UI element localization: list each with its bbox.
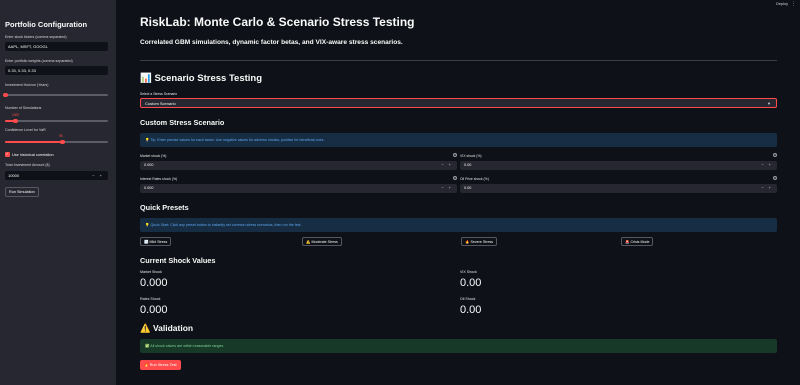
tip-alert: 💡 Tip: Enter precise values for each fac… xyxy=(140,133,777,147)
validation-heading-text: Validation xyxy=(152,323,194,333)
conf-label: Confidence Level for VaR xyxy=(5,128,46,132)
page-subtitle: Correlated GBM simulations, dynamic fact… xyxy=(140,39,403,46)
warning-icon: ⚠️ xyxy=(306,240,311,244)
page-title: RiskLab: Monte Carlo & Scenario Stress T… xyxy=(140,15,415,29)
oil-shock-label: Oil Price shock (%) xyxy=(460,177,489,181)
warning-icon: ⚠️ xyxy=(140,323,151,333)
rates-metric-label: Rates Shock xyxy=(140,297,161,301)
oil-metric-value: 0.00 xyxy=(460,304,482,316)
preset-moderate-label: Moderate Stress xyxy=(311,240,338,244)
preset-mild-label: Mild Stress xyxy=(149,240,168,244)
vix-shock-input[interactable]: 0.00 − + xyxy=(460,161,777,170)
validation-success-text: All shock values are within reasonable r… xyxy=(150,344,225,348)
help-icon[interactable]: ? xyxy=(773,153,777,157)
rates-shock-label: Interest Rates shock (%) xyxy=(140,177,178,181)
rates-shock-input[interactable]: 0.000 − + xyxy=(140,184,457,193)
vix-metric-value: 0.00 xyxy=(460,277,482,289)
presets-heading: Quick Presets xyxy=(140,203,189,212)
run-stress-test-label: Run Stress Test xyxy=(149,363,177,367)
oil-shock-input[interactable]: 0.00 − + xyxy=(460,184,777,193)
vix-metric-label: VIX Shock xyxy=(460,270,477,274)
invest-label: Total Investment Amount ($) xyxy=(5,163,50,167)
vix-shock-stepper[interactable]: − + xyxy=(762,161,774,170)
tickers-label: Enter stock tickers (comma separated) xyxy=(5,35,67,39)
market-shock-value: 0.000 xyxy=(144,163,154,167)
vix-shock-value: 0.00 xyxy=(464,163,472,167)
preset-severe-label: Severe Stress xyxy=(470,240,494,244)
invest-value: 10000 xyxy=(8,173,20,178)
divider xyxy=(140,60,777,61)
market-metric-value: 0.000 xyxy=(140,277,168,289)
run-simulation-button[interactable]: Run Simulation xyxy=(5,187,39,197)
sims-slider-thumb[interactable] xyxy=(13,118,18,123)
vix-shock-label: VIX shock (%) xyxy=(460,154,482,158)
preset-mild-button[interactable]: 📉 Mild Stress xyxy=(140,237,172,246)
market-shock-label: Market shock (%) xyxy=(140,154,167,158)
weights-input[interactable]: 0.33, 0.33, 0.33 xyxy=(5,66,108,75)
custom-scenario-heading: Custom Stress Scenario xyxy=(140,118,225,127)
check-icon: ✅ xyxy=(145,344,150,348)
quickstart-text: Quick Start: Click any preset button to … xyxy=(150,223,302,227)
shock-values-heading: Current Shock Values xyxy=(140,256,216,265)
preset-moderate-button[interactable]: ⚠️ Moderate Stress xyxy=(302,237,342,246)
conf-slider-thumb[interactable] xyxy=(60,139,65,144)
lightbulb-icon: 💡 xyxy=(145,138,150,142)
rates-shock-stepper[interactable]: − + xyxy=(442,184,454,193)
lightbulb-icon: 💡 xyxy=(145,223,150,227)
sims-slider-value: 1000 xyxy=(12,113,20,117)
tickers-input[interactable]: AAPL, MSFT, GOOGL xyxy=(5,42,108,51)
rates-shock-value: 0.000 xyxy=(144,186,154,190)
sims-slider[interactable]: 1000 xyxy=(5,113,108,123)
preset-severe-button[interactable]: 🔥 Severe Stress xyxy=(461,237,498,246)
chevron-down-icon: ▼ xyxy=(767,101,771,106)
fire-icon: 🔥 xyxy=(144,363,149,367)
preset-crisis-button[interactable]: 🚨 Crisis Mode xyxy=(621,237,654,246)
run-stress-test-button[interactable]: 🔥 Run Stress Test xyxy=(140,360,181,370)
stress-heading-text: Scenario Stress Testing xyxy=(154,73,263,84)
rates-metric-value: 0.000 xyxy=(140,304,168,316)
quickstart-alert: 💡 Quick Start: Click any preset button t… xyxy=(140,218,777,232)
help-icon[interactable]: ? xyxy=(453,153,457,157)
sidebar-title: Portfolio Configuration xyxy=(5,20,88,29)
conf-slider-value: 95 xyxy=(59,134,63,138)
invest-stepper[interactable]: − + xyxy=(92,173,104,178)
hist-corr-label: Use historical correlation xyxy=(12,152,54,157)
fire-icon: 🔥 xyxy=(465,240,470,244)
scenario-label: Select a Stress Scenario xyxy=(140,92,178,96)
validation-heading: ⚠️ Validation xyxy=(140,323,193,334)
chart-down-icon: 📉 xyxy=(144,240,149,244)
horizon-slider[interactable] xyxy=(3,92,108,97)
oil-shock-stepper[interactable]: − + xyxy=(762,184,774,193)
sims-label: Number of Simulations xyxy=(5,106,42,110)
tip-text: Tip: Enter precise values for each facto… xyxy=(150,138,325,142)
horizon-label: Investment Horizon (Years) xyxy=(5,83,49,87)
market-metric-label: Market Shock xyxy=(140,270,162,274)
horizon-slider-thumb[interactable] xyxy=(3,92,8,97)
scenario-value: Custom Scenario xyxy=(145,101,176,106)
conf-slider[interactable]: 95 xyxy=(5,134,108,144)
market-shock-stepper[interactable]: − + xyxy=(442,161,454,170)
oil-shock-value: 0.00 xyxy=(464,186,472,190)
stress-heading: 📊 Scenario Stress Testing xyxy=(140,73,262,84)
weights-label: Enter portfolio weights (comma separated… xyxy=(5,59,73,63)
oil-metric-label: Oil Shock xyxy=(460,297,476,301)
help-icon[interactable]: ? xyxy=(453,176,457,180)
hist-corr-checkbox[interactable]: ✓ xyxy=(5,152,10,157)
preset-crisis-label: Crisis Mode xyxy=(630,240,650,244)
help-icon[interactable]: ? xyxy=(773,176,777,180)
market-shock-input[interactable]: 0.000 − + xyxy=(140,161,457,170)
chart-icon: 📊 xyxy=(140,73,152,84)
siren-icon: 🚨 xyxy=(625,240,630,244)
scenario-select[interactable]: Custom Scenario ▼ xyxy=(140,98,777,108)
main-content: RiskLab: Monte Carlo & Scenario Stress T… xyxy=(116,0,800,385)
sidebar: Portfolio Configuration Enter stock tick… xyxy=(0,0,116,385)
invest-input[interactable]: 10000 − + xyxy=(5,171,108,180)
validation-success-alert: ✅ All shock values are within reasonable… xyxy=(140,339,777,353)
